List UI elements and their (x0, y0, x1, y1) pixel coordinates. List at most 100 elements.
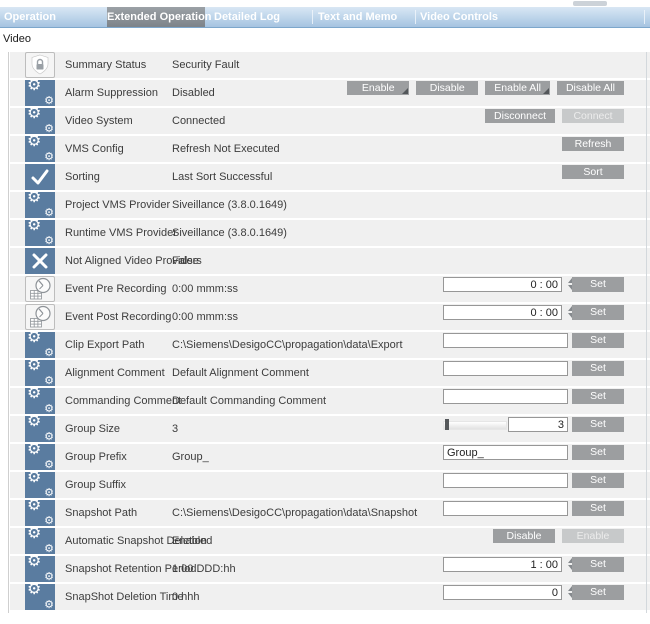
tab-separator (312, 10, 313, 24)
sorting-buttons: Sort (562, 165, 624, 179)
tab-extended-operation[interactable]: Extended Operation (107, 7, 205, 27)
property-label: Snapshot Path (65, 500, 137, 526)
group-prefix-set-button[interactable]: Set (572, 445, 624, 460)
snapshot-path-input[interactable] (443, 501, 568, 516)
tab-text-and-memo[interactable]: Text and Memo (318, 7, 397, 27)
property-row-group-prefix: ⚙⚙Group PrefixGroup_Set (10, 444, 650, 470)
gears-icon[interactable]: ⚙⚙ (25, 388, 55, 414)
disable-button[interactable]: Disable (493, 529, 555, 543)
video-system-buttons: Disconnect Connect (485, 109, 624, 123)
gears-icon[interactable]: ⚙⚙ (25, 444, 55, 470)
snapshot-retention-period-set-button[interactable]: Set (572, 557, 624, 572)
snapshot-path-set-button[interactable]: Set (572, 501, 624, 516)
property-label: Event Post Recording (65, 304, 171, 330)
tab-operation[interactable]: Operation (4, 7, 56, 27)
alignment-comment-set-button[interactable]: Set (572, 361, 624, 376)
check-icon[interactable] (25, 164, 55, 190)
property-label: Summary Status (65, 52, 146, 78)
property-label: SnapShot Deletion Time (65, 584, 184, 610)
clock-icon[interactable] (25, 276, 55, 302)
property-row-snapshot-retention-period: ⚙⚙Snapshot Retention Period1:00 DDD:hhSe… (10, 556, 650, 582)
cross-icon[interactable] (25, 248, 55, 274)
gears-icon[interactable]: ⚙⚙ (25, 80, 55, 106)
property-value: False (172, 248, 199, 274)
property-row-group-size: ⚙⚙Group Size3Set (10, 416, 650, 442)
sort-button[interactable]: Sort (562, 165, 624, 179)
shield-lock-icon[interactable] (25, 52, 55, 78)
property-value: 1:00 DDD:hh (172, 556, 236, 582)
gears-icon[interactable]: ⚙⚙ (25, 556, 55, 582)
group-size-input[interactable] (508, 417, 568, 432)
tab-bar: Operation Extended Operation Detailed Log T… (0, 7, 650, 28)
tab-separator (644, 10, 645, 24)
property-row-clip-export-path: ⚙⚙Clip Export PathC:\Siemens\DesigoCC\pr… (10, 332, 650, 358)
event-pre-recording-set-button[interactable]: Set (572, 277, 624, 292)
disconnect-button[interactable]: Disconnect (485, 109, 555, 123)
vms-config-buttons: Refresh (562, 137, 624, 151)
gears-icon[interactable]: ⚙⚙ (25, 472, 55, 498)
property-row-commanding-comment: ⚙⚙Commanding CommentDefault Commanding C… (10, 388, 650, 414)
gears-icon[interactable]: ⚙⚙ (25, 360, 55, 386)
commanding-comment-set-button[interactable]: Set (572, 389, 624, 404)
property-row-event-post-recording: Event Post Recording0:00 mmm:ss Set (10, 304, 650, 330)
group-size-slider-handle[interactable] (445, 419, 449, 430)
snapshot-retention-period-input[interactable] (443, 557, 562, 572)
property-value: Disabled (172, 80, 215, 106)
event-post-recording-input[interactable] (443, 305, 562, 320)
alarm-suppression-buttons: Enable Disable Enable All Disable All (347, 81, 624, 95)
clip-export-path-input[interactable] (443, 333, 568, 348)
group-suffix-input[interactable] (443, 473, 568, 488)
property-value: C:\Siemens\DesigoCC\propagation\data\Sna… (172, 500, 417, 526)
clock-icon[interactable] (25, 304, 55, 330)
group-size-slider[interactable] (443, 421, 507, 430)
property-value: 0 hhh (172, 584, 200, 610)
commanding-comment-controls: Set (443, 389, 624, 405)
gears-icon[interactable]: ⚙⚙ (25, 528, 55, 554)
refresh-button[interactable]: Refresh (562, 137, 624, 151)
enable-button[interactable]: Enable (562, 529, 624, 543)
section-label: Video (3, 33, 31, 45)
group-prefix-input[interactable] (443, 445, 568, 460)
horizontal-scrollbar-thumb[interactable] (573, 1, 607, 6)
gears-icon[interactable]: ⚙⚙ (25, 416, 55, 442)
gears-icon[interactable]: ⚙⚙ (25, 220, 55, 246)
gears-icon[interactable]: ⚙⚙ (25, 584, 55, 610)
gears-icon[interactable]: ⚙⚙ (25, 500, 55, 526)
group-suffix-set-button[interactable]: Set (572, 473, 624, 488)
clip-export-path-set-button[interactable]: Set (572, 333, 624, 348)
disable-all-button[interactable]: Disable All (557, 81, 624, 95)
gears-icon[interactable]: ⚙⚙ (25, 108, 55, 134)
property-list: Summary StatusSecurity Fault⚙⚙Alarm Supp… (10, 52, 650, 612)
property-row-group-suffix: ⚙⚙ Group Suffix Set (10, 472, 650, 498)
tab-video-controls[interactable]: Video Controls (420, 7, 498, 27)
property-label: Clip Export Path (65, 332, 144, 358)
alignment-comment-input[interactable] (443, 361, 568, 376)
horizontal-scrollbar (0, 0, 650, 7)
gears-icon[interactable]: ⚙⚙ (25, 332, 55, 358)
gears-icon[interactable]: ⚙⚙ (25, 192, 55, 218)
snapshot-retention-period-controls: Set (443, 557, 624, 573)
connect-button[interactable]: Connect (562, 109, 624, 123)
group-prefix-controls: Set (443, 445, 624, 461)
commanding-comment-input[interactable] (443, 389, 568, 404)
enable-all-button[interactable]: Enable All (485, 81, 550, 95)
snapshot-deletion-time-set-button[interactable]: Set (572, 585, 624, 600)
property-label: Group Suffix (65, 472, 126, 498)
property-row-vms-config: ⚙⚙VMS ConfigRefresh Not ExecutedRefresh (10, 136, 650, 162)
tab-separator (415, 10, 416, 24)
enable-button[interactable]: Enable (347, 81, 409, 95)
snapshot-deletion-time-input[interactable] (443, 585, 562, 600)
gears-icon[interactable]: ⚙⚙ (25, 136, 55, 162)
property-value: Default Alignment Comment (172, 360, 309, 386)
disable-button[interactable]: Disable (416, 81, 478, 95)
event-pre-recording-input[interactable] (443, 277, 562, 292)
event-post-recording-set-button[interactable]: Set (572, 305, 624, 320)
property-value: Siveillance (3.8.0.1649) (172, 192, 287, 218)
property-row-event-pre-recording: Event Pre Recording0:00 mmm:ssSet (10, 276, 650, 302)
tab-detailed-log[interactable]: Detailed Log (214, 7, 280, 27)
property-label: Alignment Comment (65, 360, 165, 386)
group-size-set-button[interactable]: Set (572, 417, 624, 432)
group-size-controls: Set (443, 417, 624, 433)
property-value: 0:00 mmm:ss (172, 304, 238, 330)
property-row-project-vms-provider: ⚙⚙Project VMS ProviderSiveillance (3.8.0… (10, 192, 650, 218)
